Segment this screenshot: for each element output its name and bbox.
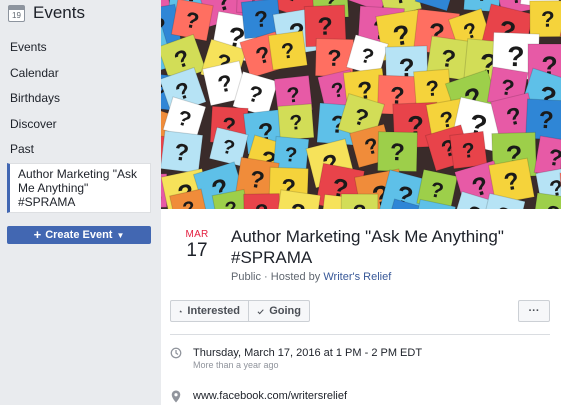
sticky-note: ? [449, 130, 488, 170]
going-button[interactable]: Going [248, 300, 310, 322]
event-relative-time: More than a year ago [193, 360, 279, 370]
svg-text:?: ? [425, 75, 440, 101]
svg-text:?: ? [544, 200, 561, 209]
sticky-note: ? [340, 193, 379, 209]
sidebar-header[interactable]: 19 Events [8, 3, 85, 23]
sticky-note: ? [267, 30, 308, 71]
location-pin-icon [171, 390, 181, 403]
caret-down-icon: ▼ [116, 230, 125, 240]
sidebar-item-current-event-label: Author Marketing "Ask Me Anything" #SPRA… [18, 167, 137, 209]
svg-text:?: ? [289, 111, 304, 135]
going-label: Going [269, 305, 301, 317]
event-main: ????????????????????????????????????????… [161, 0, 561, 405]
event-datetime: Thursday, March 17, 2016 at 1 PM - 2 PM … [193, 347, 423, 359]
svg-text:?: ? [255, 199, 269, 209]
svg-text:?: ? [286, 82, 302, 107]
sidebar: 19 Events Events Calendar Birthdays Disc… [0, 0, 161, 405]
sticky-note: ? [243, 193, 281, 209]
interested-button[interactable]: Interested [170, 300, 249, 322]
sidebar-title[interactable]: Events [33, 3, 85, 23]
plus-icon: + [33, 227, 42, 242]
sidebar-item-birthdays[interactable]: Birthdays [10, 91, 60, 105]
calendar-icon-day: 19 [12, 10, 21, 20]
interested-label: Interested [187, 305, 240, 317]
calendar-icon: 19 [8, 4, 25, 22]
event-time-row: Thursday, March 17, 2016 at 1 PM - 2 PM … [170, 347, 422, 370]
cover-image: ????????????????????????????????????????… [161, 0, 561, 209]
event-location-link[interactable]: www.facebook.com/writersrelief [193, 390, 347, 403]
svg-text:?: ? [353, 199, 367, 209]
sidebar-item-events[interactable]: Events [10, 40, 47, 54]
host-link[interactable]: Writer's Relief [323, 271, 391, 283]
event-date-day: 17 [186, 240, 208, 261]
svg-text:?: ? [475, 0, 490, 6]
svg-text:?: ? [506, 40, 524, 73]
clock-icon [170, 347, 182, 359]
sticky-note: ? [529, 0, 561, 38]
sidebar-item-current-event[interactable]: Author Marketing "Ask Me Anything" #SPRA… [7, 163, 151, 213]
hosted-by-label: Hosted by [270, 271, 321, 283]
svg-text:?: ? [317, 12, 333, 41]
more-options-button[interactable]: ··· [518, 300, 550, 322]
divider [170, 334, 550, 335]
event-location-row: www.facebook.com/writersrelief [170, 390, 347, 403]
svg-text:?: ? [461, 139, 476, 163]
svg-text:?: ? [173, 139, 190, 167]
svg-text:?: ? [327, 45, 342, 71]
svg-text:?: ? [538, 107, 554, 135]
event-date-box: MAR 17 [184, 229, 210, 262]
svg-text:?: ? [253, 6, 269, 32]
check-icon [257, 308, 264, 314]
sidebar-item-past[interactable]: Past [10, 142, 34, 156]
event-privacy: Public [231, 271, 261, 283]
event-title: Author Marketing "Ask Me Anything" #SPRA… [231, 227, 504, 267]
create-event-button[interactable]: + Create Event ▼ [7, 226, 151, 244]
sticky-note: ? [161, 130, 204, 174]
sticky-note: ? [277, 103, 315, 141]
svg-text:?: ? [288, 199, 307, 209]
sticky-note: ? [377, 131, 418, 173]
star-icon [179, 309, 183, 313]
more-options-icon: ··· [528, 305, 540, 317]
sidebar-item-calendar[interactable]: Calendar [10, 66, 59, 80]
create-event-label: Create Event [45, 229, 113, 241]
svg-text:?: ? [284, 144, 298, 167]
svg-text:?: ? [541, 7, 555, 32]
sidebar-item-discover[interactable]: Discover [10, 117, 57, 131]
event-date-month: MAR [185, 229, 209, 240]
event-cover-photo[interactable]: ????????????????????????????????????????… [161, 0, 561, 209]
event-subtitle: Public · Hosted by Writer's Relief [231, 271, 392, 283]
svg-text:?: ? [390, 139, 405, 166]
